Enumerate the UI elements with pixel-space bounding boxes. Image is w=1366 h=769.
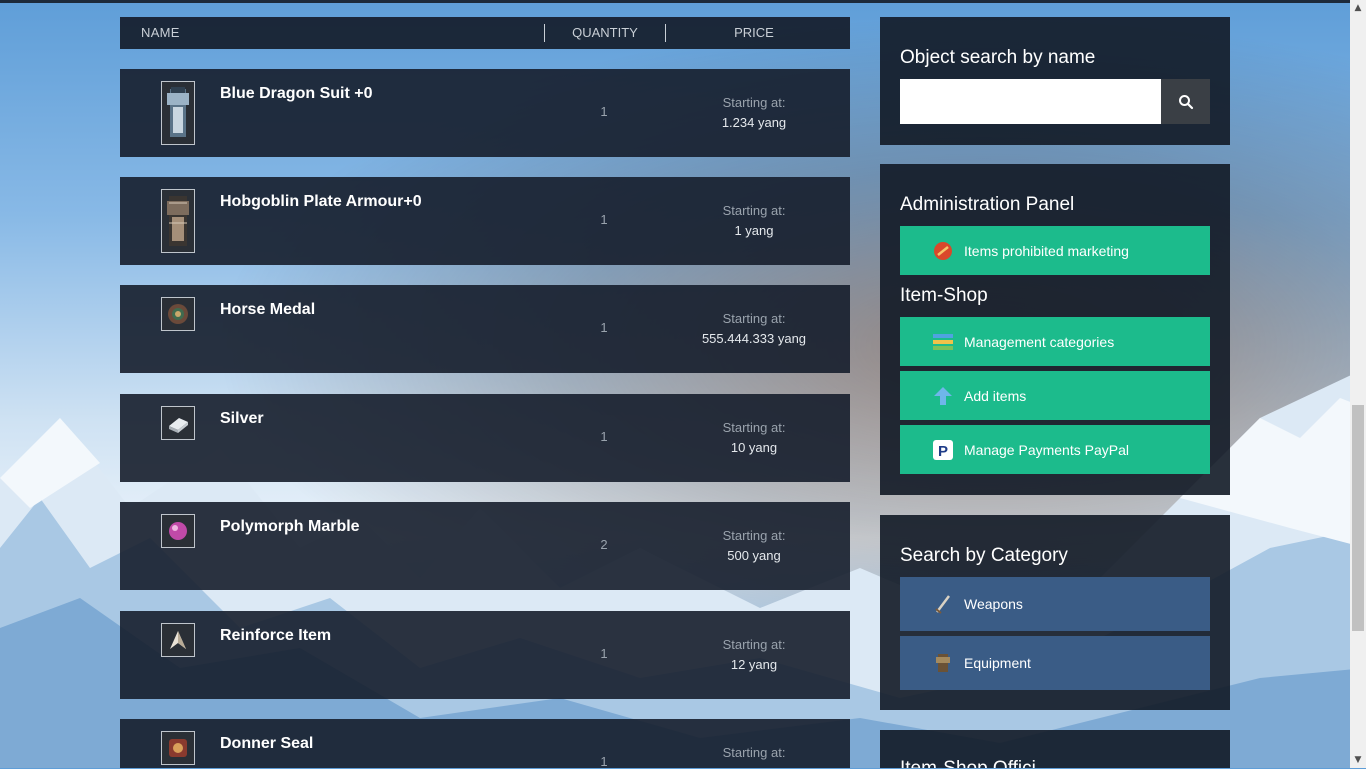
item-name[interactable]: Silver — [220, 410, 264, 428]
item-row[interactable]: Polymorph Marble 2 Starting at: 500 yang — [120, 502, 850, 590]
item-price-label: Starting at: — [722, 528, 786, 543]
medal-icon — [161, 297, 195, 331]
item-name[interactable]: Donner Seal — [220, 735, 313, 753]
category-weapons-label: Weapons — [964, 596, 1023, 612]
category-panel-title: Search by Category — [900, 545, 1068, 566]
category-equipment-label: Equipment — [964, 655, 1031, 671]
marble-icon — [161, 514, 195, 548]
item-quantity: 1 — [600, 104, 608, 119]
item-price-label: Starting at: — [722, 203, 786, 218]
reinforce-icon — [161, 623, 195, 657]
item-quantity: 1 — [600, 429, 608, 444]
admin-panel: Administration Panel Items prohibited ma… — [880, 164, 1230, 495]
item-price: 1.234 yang — [721, 115, 787, 130]
item-price: 500 yang — [727, 548, 781, 563]
management-categories-label: Management categories — [964, 333, 1115, 350]
search-panel-title: Object search by name — [900, 47, 1096, 68]
official-panel-title: Item-Shop Offici... — [900, 758, 1052, 768]
official-panel: Item-Shop Offici... — [880, 730, 1230, 768]
item-quantity: 1 — [600, 646, 608, 661]
item-price-label: Starting at: — [722, 420, 786, 435]
plate-armor-icon — [161, 189, 195, 253]
column-header-price[interactable]: PRICE — [664, 25, 844, 40]
seal-icon — [161, 731, 195, 765]
item-name[interactable]: Blue Dragon Suit +0 — [220, 85, 372, 103]
silver-ingot-icon — [161, 406, 195, 440]
column-header-name[interactable]: NAME — [141, 25, 180, 40]
svg-text:P: P — [938, 443, 948, 460]
item-name[interactable]: Horse Medal — [220, 301, 315, 319]
prohibited-icon — [932, 240, 954, 262]
item-quantity: 1 — [600, 212, 608, 227]
item-list-header: NAME QUANTITY PRICE — [120, 17, 850, 49]
item-price: 10 yang — [730, 440, 778, 455]
item-row[interactable]: Blue Dragon Suit +0 1 Starting at: 1.234… — [120, 69, 850, 157]
item-name[interactable]: Reinforce Item — [220, 627, 331, 645]
item-row[interactable]: Horse Medal 1 Starting at: 555.444.333 y… — [120, 285, 850, 373]
management-categories-button[interactable]: Management categories — [900, 317, 1210, 366]
item-quantity: 1 — [600, 320, 608, 335]
armor-suit-icon — [161, 81, 195, 145]
top-border — [0, 0, 1350, 3]
column-header-quantity[interactable]: QUANTITY — [544, 24, 666, 42]
item-price-label: Starting at: — [722, 95, 786, 110]
prohibited-items-button[interactable]: Items prohibited marketing — [900, 226, 1210, 275]
item-quantity: 2 — [600, 537, 608, 552]
manage-paypal-button[interactable]: P Manage Payments PayPal — [900, 425, 1210, 474]
item-price: 12 yang — [730, 657, 778, 672]
search-panel: Object search by name — [880, 17, 1230, 145]
item-price-label: Starting at: — [722, 311, 786, 326]
item-row[interactable]: Hobgoblin Plate Armour+0 1 Starting at: … — [120, 177, 850, 265]
prohibited-items-label: Items prohibited marketing — [964, 242, 1129, 259]
category-panel: Search by Category Weapons Equipment — [880, 515, 1230, 710]
sword-icon — [932, 593, 954, 615]
categories-stack-icon — [932, 331, 954, 353]
page-scrollbar[interactable]: ▲ ▼ — [1350, 0, 1366, 768]
scroll-up-arrow-icon[interactable]: ▲ — [1350, 0, 1366, 16]
category-weapons-button[interactable]: Weapons — [900, 577, 1210, 631]
scrollbar-thumb[interactable] — [1352, 405, 1364, 631]
add-items-button[interactable]: Add items — [900, 371, 1210, 420]
search-icon — [1178, 94, 1193, 109]
search-input[interactable] — [900, 79, 1161, 124]
item-price-label: Starting at: — [722, 637, 786, 652]
category-equipment-button[interactable]: Equipment — [900, 636, 1210, 690]
item-quantity: 1 — [600, 754, 608, 769]
item-name[interactable]: Hobgoblin Plate Armour+0 — [220, 193, 422, 211]
paypal-icon: P — [932, 439, 954, 461]
item-price: 1 yang — [734, 223, 774, 238]
item-row[interactable]: Silver 1 Starting at: 10 yang — [120, 394, 850, 482]
manage-paypal-label: Manage Payments PayPal — [964, 441, 1129, 458]
scroll-down-arrow-icon[interactable]: ▼ — [1350, 752, 1366, 768]
add-items-label: Add items — [964, 387, 1027, 404]
search-button[interactable] — [1161, 79, 1210, 124]
equipment-armor-icon — [932, 652, 954, 674]
upload-arrow-icon — [932, 385, 954, 407]
item-price: 555.444.333 yang — [701, 331, 807, 346]
itemshop-section-title: Item-Shop — [900, 285, 988, 306]
admin-panel-title: Administration Panel — [900, 194, 1075, 215]
item-name[interactable]: Polymorph Marble — [220, 518, 360, 536]
item-row[interactable]: Reinforce Item 1 Starting at: 12 yang — [120, 611, 850, 699]
item-price-label: Starting at: — [722, 745, 786, 760]
item-row[interactable]: Donner Seal 1 Starting at: — [120, 719, 850, 769]
